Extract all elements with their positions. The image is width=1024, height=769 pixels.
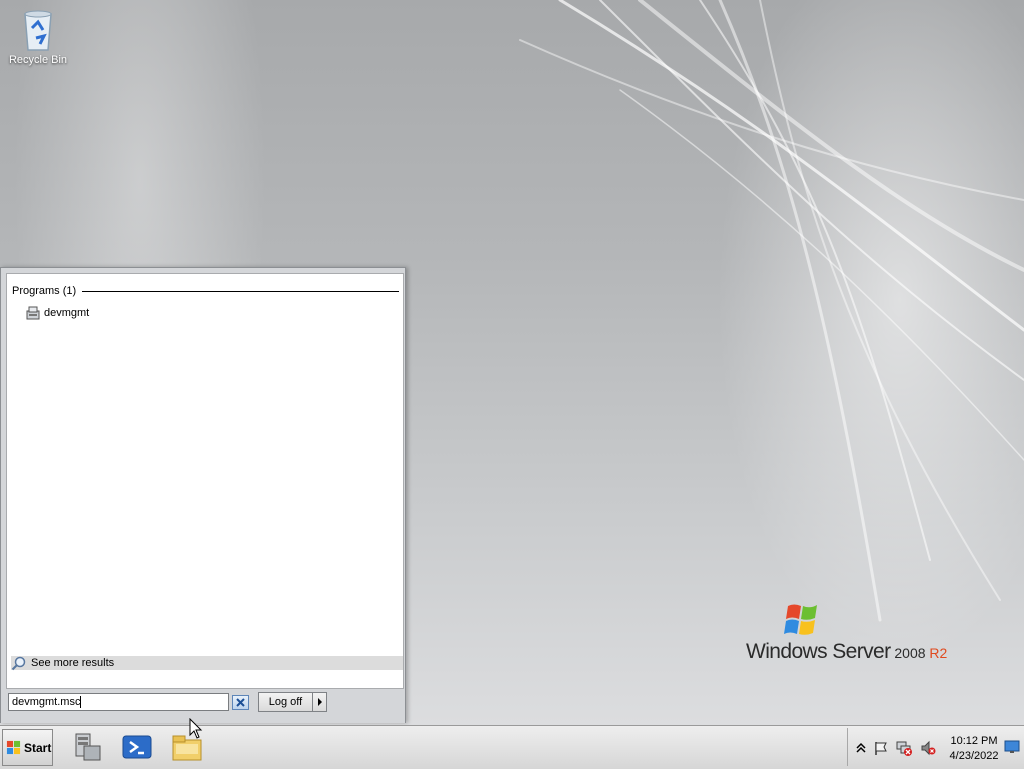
search-results-pane: Programs (1) devmgmt See more results bbox=[6, 273, 404, 689]
clear-search-button[interactable] bbox=[232, 695, 249, 710]
results-group-header: Programs (1) bbox=[12, 285, 399, 297]
start-label: Start bbox=[24, 740, 52, 755]
start-search-input[interactable]: devmgmt.msc bbox=[8, 693, 229, 711]
notification-area: 10:12 PM 4/23/2022 bbox=[847, 728, 1023, 766]
taskbar: Start 10:12 PM 4/23/2022 bbox=[0, 725, 1024, 769]
text-caret bbox=[80, 696, 82, 709]
log-off-button[interactable]: Log off bbox=[258, 692, 313, 712]
result-item-devmgmt[interactable]: devmgmt bbox=[25, 304, 89, 322]
action-center-flag-icon[interactable] bbox=[873, 740, 889, 756]
brand-r2: R2 bbox=[925, 645, 948, 661]
desktop-icon-label: Recycle Bin bbox=[8, 54, 68, 66]
clock-date: 4/23/2022 bbox=[949, 750, 999, 762]
desktop-icon-recycle-bin[interactable]: Recycle Bin bbox=[6, 6, 70, 66]
windows-flag-icon bbox=[784, 604, 817, 635]
search-icon bbox=[11, 656, 26, 670]
show-hidden-icons-icon[interactable] bbox=[853, 740, 869, 756]
brand-version: 2008 bbox=[890, 645, 926, 661]
shutdown-options-arrow[interactable] bbox=[313, 692, 327, 712]
mouse-cursor-icon bbox=[189, 718, 203, 739]
group-header-label: Programs (1) bbox=[12, 285, 77, 297]
log-off-label: Log off bbox=[268, 696, 303, 708]
see-more-results-link[interactable]: See more results bbox=[11, 656, 403, 670]
clock-time: 10:12 PM bbox=[950, 735, 998, 747]
start-menu: Programs (1) devmgmt See more results de… bbox=[0, 267, 406, 723]
close-icon bbox=[236, 698, 245, 707]
brand-main: Windows Server bbox=[746, 640, 891, 663]
tray-clock[interactable]: 10:12 PM 4/23/2022 bbox=[943, 734, 1005, 764]
group-header-rule bbox=[82, 290, 399, 292]
recycle-bin-icon bbox=[18, 6, 58, 52]
see-more-label: See more results bbox=[31, 657, 115, 669]
powershell-icon[interactable] bbox=[120, 730, 154, 764]
result-item-label: devmgmt bbox=[44, 307, 90, 319]
server-manager-icon[interactable] bbox=[70, 730, 104, 764]
windows-flag-icon bbox=[6, 740, 21, 755]
brand-text: Windows Server 2008 R2 bbox=[746, 640, 947, 664]
start-button[interactable]: Start bbox=[2, 729, 53, 766]
volume-muted-icon[interactable] bbox=[920, 740, 936, 756]
device-manager-icon bbox=[26, 306, 40, 320]
search-value: devmgmt.msc bbox=[12, 696, 81, 708]
network-error-icon[interactable] bbox=[896, 740, 912, 756]
show-desktop-icon[interactable] bbox=[1004, 740, 1020, 754]
